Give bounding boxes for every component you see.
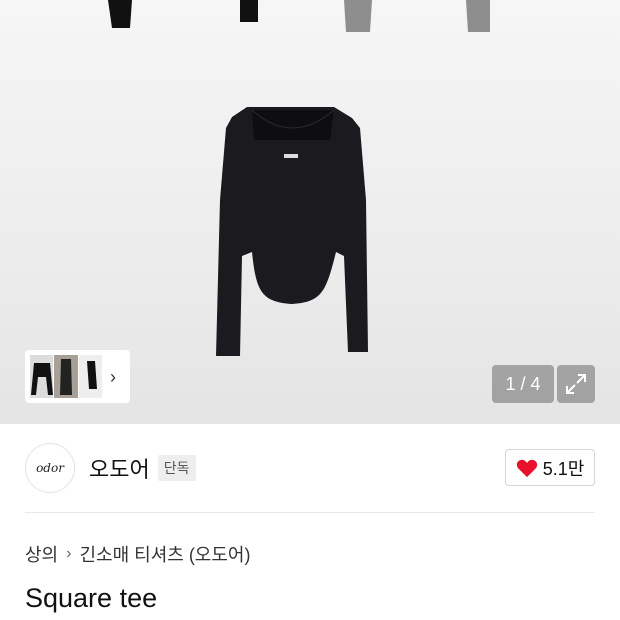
chevron-right-icon[interactable]: ›	[110, 368, 116, 386]
brand-name[interactable]: 오도어	[89, 452, 150, 484]
top-garment-3	[344, 0, 372, 32]
image-counter: 1 / 4	[492, 365, 554, 403]
top-garment-4	[466, 0, 490, 32]
breadcrumb: 상의 › 긴소매 티셔츠 (오도어)	[25, 541, 250, 567]
like-button[interactable]: 5.1만	[505, 449, 595, 486]
exclusive-badge: 단독	[157, 455, 196, 481]
breadcrumb-subcategory[interactable]: 긴소매 티셔츠 (오도어)	[79, 541, 250, 567]
like-count: 5.1만	[542, 458, 585, 479]
thumbnail-strip[interactable]: ›	[25, 350, 130, 403]
product-image-gallery[interactable]: › 1 / 4	[0, 0, 620, 424]
brand-logo[interactable]: odor	[25, 443, 75, 493]
expand-icon	[566, 374, 586, 394]
heart-icon	[516, 459, 537, 477]
fullscreen-button[interactable]	[557, 365, 595, 403]
product-title: Square tee	[25, 583, 158, 613]
thumbnail-front[interactable]	[30, 355, 54, 398]
top-garment-2	[240, 0, 258, 22]
brand-logo-text: odor	[36, 461, 64, 475]
thumbnail-model[interactable]	[54, 355, 78, 398]
chevron-right-icon: ›	[66, 545, 72, 562]
chest-logo	[284, 154, 298, 158]
black-tee-shape	[216, 107, 368, 356]
top-garment-1	[108, 0, 132, 28]
divider	[25, 512, 595, 513]
breadcrumb-category[interactable]: 상의	[25, 541, 58, 567]
square-neckline	[252, 110, 334, 140]
brand-row: odor 오도어 단독 5.1만	[25, 443, 595, 493]
thumbnail-side[interactable]	[78, 355, 102, 398]
